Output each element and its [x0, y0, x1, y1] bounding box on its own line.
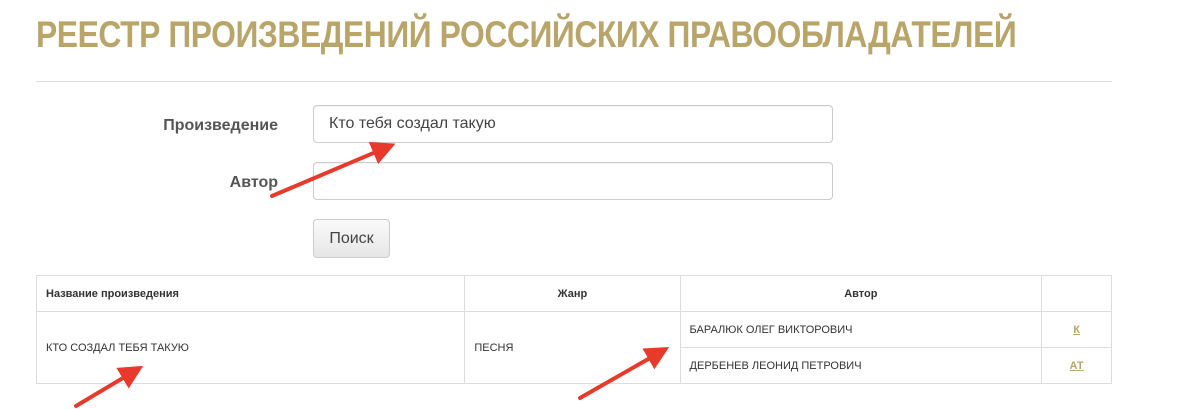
- column-header-author: Автор: [679, 275, 1043, 312]
- author-name-cell: ДЕРБЕНЕВ ЛЕОНИД ПЕТРОВИЧ: [679, 347, 1043, 384]
- work-title-input[interactable]: [313, 105, 833, 143]
- title-divider: [36, 81, 1112, 82]
- genre-cell: ПЕСНЯ: [464, 311, 681, 384]
- table-row: КТО СОЗДАЛ ТЕБЯ ТАКУЮ ПЕСНЯ БАРАЛЮК ОЛЕГ…: [35, 311, 1112, 384]
- page-title: РЕЕСТР ПРОИЗВЕДЕНИЙ РОССИЙСКИХ ПРАВООБЛА…: [36, 14, 1017, 55]
- search-button[interactable]: Поиск: [313, 219, 390, 258]
- work-field-label: Произведение: [163, 117, 278, 134]
- author-field-label: Автор: [229, 174, 278, 191]
- author-role-cell: АТ: [1041, 347, 1112, 384]
- column-header-title: Название произведения: [35, 275, 466, 312]
- results-table: Название произведения Жанр Автор КТО СОЗ…: [35, 275, 1112, 384]
- table-header-row: Название произведения Жанр Автор: [35, 275, 1112, 312]
- author-role-link[interactable]: К: [1073, 324, 1080, 336]
- author-role-link[interactable]: АТ: [1070, 360, 1084, 372]
- column-header-role: [1041, 275, 1112, 312]
- work-title-cell: КТО СОЗДАЛ ТЕБЯ ТАКУЮ: [35, 311, 466, 384]
- author-role-cell: К: [1041, 311, 1112, 348]
- author-input[interactable]: [313, 162, 833, 200]
- column-header-genre: Жанр: [464, 275, 681, 312]
- author-name-cell: БАРАЛЮК ОЛЕГ ВИКТОРОВИЧ: [679, 311, 1043, 348]
